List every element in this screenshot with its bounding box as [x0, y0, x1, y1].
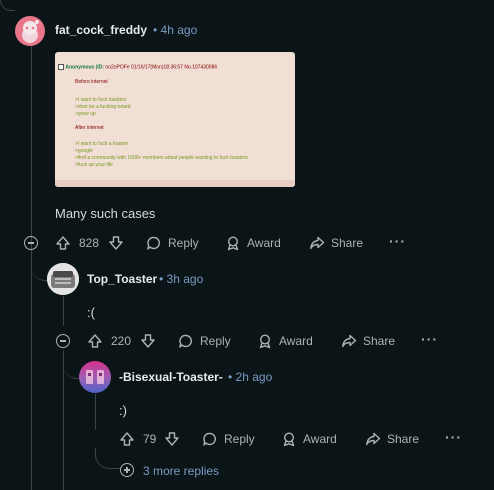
share-icon	[341, 333, 357, 349]
thread-line-level3	[95, 394, 96, 430]
username[interactable]: -Bisexual-Toaster-	[119, 370, 223, 384]
share-button[interactable]: Share	[365, 431, 419, 447]
share-label: Share	[387, 432, 420, 446]
downvote-button[interactable]	[164, 431, 180, 447]
username[interactable]: Top_Toaster	[87, 272, 157, 286]
reply-button[interactable]: Reply	[146, 235, 199, 251]
upvote-icon	[119, 431, 135, 447]
downvote-icon	[108, 235, 124, 251]
thread-line-level2	[63, 296, 64, 326]
avatar[interactable]	[47, 263, 79, 295]
share-label: Share	[363, 334, 396, 348]
award-label: Award	[279, 334, 313, 348]
image-next-post-strip	[55, 180, 295, 187]
share-icon	[309, 235, 325, 251]
more-replies-link[interactable]: 3 more replies	[143, 464, 219, 478]
downvote-button[interactable]	[140, 333, 156, 349]
upvote-icon	[87, 333, 103, 349]
comment-image[interactable]: Anonymous (ID: no2oPOFe 01/16/17(Mon)18:…	[55, 52, 295, 187]
share-button[interactable]: Share	[309, 235, 363, 251]
reply-label: Reply	[200, 334, 231, 348]
collapse-thread-button[interactable]	[24, 236, 38, 250]
reply-label: Reply	[168, 236, 199, 250]
downvote-icon	[164, 431, 180, 447]
thread-curve-more-replies	[95, 448, 120, 469]
reply-button[interactable]: Reply	[178, 333, 231, 349]
more-options-icon[interactable]: ···	[445, 429, 462, 445]
share-icon	[365, 431, 381, 447]
avatar[interactable]	[15, 16, 45, 46]
upvote-icon	[55, 235, 71, 251]
award-button[interactable]: Award	[225, 235, 281, 251]
thread-curve-level2	[31, 250, 47, 281]
more-options-icon[interactable]: ···	[421, 331, 438, 347]
comment-body: :)	[119, 403, 127, 418]
score: 828	[79, 236, 100, 250]
comment-body: :(	[87, 305, 95, 320]
award-label: Award	[303, 432, 337, 446]
image-checkbox-icon	[58, 64, 64, 70]
reply-icon	[178, 333, 194, 349]
reply-button[interactable]: Reply	[202, 431, 255, 447]
thread-curve-top	[0, 0, 15, 11]
score: 220	[111, 334, 132, 348]
award-label: Award	[247, 236, 281, 250]
more-options-icon[interactable]: ···	[389, 233, 406, 249]
share-label: Share	[331, 236, 364, 250]
reply-icon	[202, 431, 218, 447]
collapse-thread-button[interactable]	[56, 334, 70, 348]
award-button[interactable]: Award	[281, 431, 337, 447]
expand-replies-icon[interactable]	[120, 463, 134, 477]
comment-body: Many such cases	[55, 206, 156, 221]
score: 79	[143, 432, 157, 446]
avatar[interactable]	[79, 361, 111, 393]
upvote-button[interactable]	[87, 333, 103, 349]
timestamp: • 4h ago	[153, 23, 198, 37]
share-button[interactable]: Share	[341, 333, 395, 349]
timestamp: • 3h ago	[159, 272, 204, 286]
upvote-button[interactable]	[55, 235, 71, 251]
username[interactable]: fat_cock_freddy	[55, 23, 147, 37]
award-icon	[225, 235, 241, 251]
reply-icon	[146, 235, 162, 251]
thread-curve-level3	[63, 348, 79, 379]
timestamp: • 2h ago	[228, 370, 273, 384]
award-icon	[281, 431, 297, 447]
award-button[interactable]: Award	[257, 333, 313, 349]
downvote-button[interactable]	[108, 235, 124, 251]
downvote-icon	[140, 333, 156, 349]
upvote-button[interactable]	[119, 431, 135, 447]
award-icon	[257, 333, 273, 349]
reply-label: Reply	[224, 432, 255, 446]
